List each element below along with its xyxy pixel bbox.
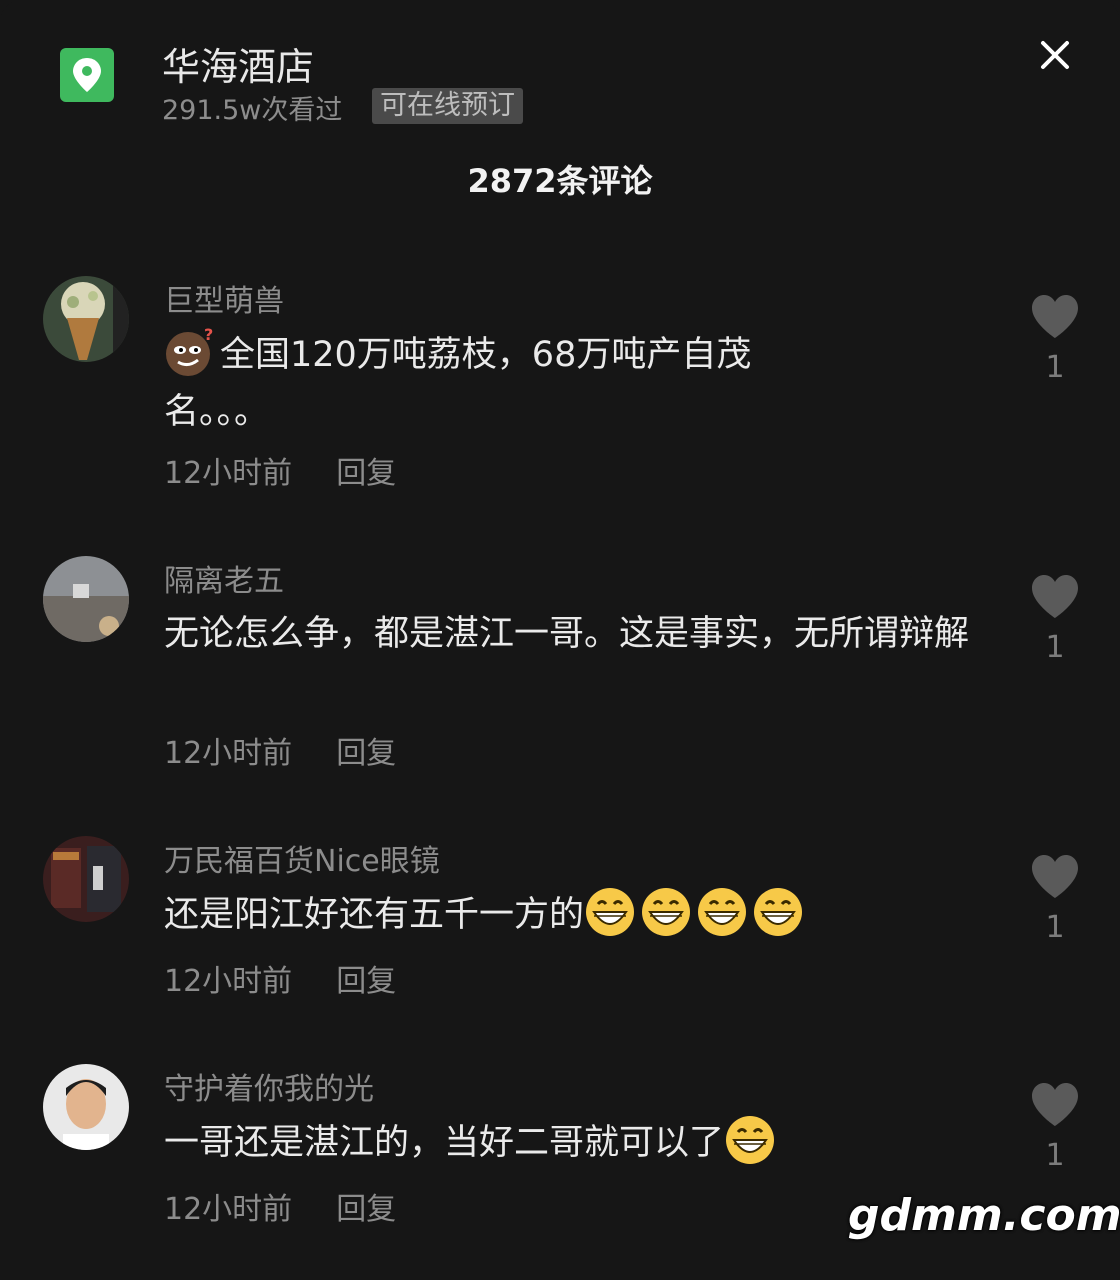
- comment-time: 12小时前: [164, 964, 293, 999]
- comment-time: 12小时前: [164, 456, 293, 491]
- like-button[interactable]: 1: [1028, 294, 1082, 385]
- close-button[interactable]: [1032, 32, 1078, 78]
- reply-button[interactable]: 回复: [336, 1192, 396, 1227]
- poi-name[interactable]: 华海酒店: [162, 36, 314, 91]
- like-button[interactable]: 1: [1028, 854, 1082, 945]
- grinning-face-emoji: [724, 1114, 776, 1166]
- avatar[interactable]: [43, 556, 129, 642]
- grinning-face-emoji: [696, 886, 748, 938]
- like-button[interactable]: 1: [1028, 574, 1082, 665]
- heart-icon: [1032, 1083, 1078, 1126]
- comment-meta: 12小时前 回复: [164, 728, 396, 772]
- comment-text: 一哥还是湛江的，当好二哥就可以了: [164, 1114, 984, 1172]
- comment-meta: 12小时前 回复: [164, 956, 396, 1000]
- heart-icon: [1032, 575, 1078, 618]
- comment-meta: 12小时前 回复: [164, 448, 396, 492]
- question-face-emoji: ?: [164, 325, 216, 378]
- grinning-face-emoji: [640, 886, 692, 938]
- comment-text-line: 还是阳江好还有五千一方的: [164, 895, 585, 935]
- comment-text-line: 一哥还是湛江的，当好二哥就可以了: [164, 1123, 725, 1163]
- comment-username[interactable]: 巨型萌兽: [164, 276, 284, 320]
- avatar[interactable]: [43, 276, 129, 362]
- comment-sheet: 华海酒店 291.5w次看过 可在线预订 2872条评论 巨型萌兽 ? 全国12…: [0, 0, 1120, 1280]
- svg-text:?: ?: [204, 326, 213, 344]
- location-pin-icon[interactable]: [60, 48, 114, 102]
- comment-username[interactable]: 守护着你我的光: [164, 1064, 374, 1108]
- like-count: 1: [1045, 350, 1065, 385]
- reply-button[interactable]: 回复: [336, 964, 396, 999]
- watermark: gdmm.com: [848, 1190, 1120, 1241]
- comment-time: 12小时前: [164, 1192, 293, 1227]
- like-count: 1: [1045, 910, 1065, 945]
- comment-text-line: 全国120万吨荔枝，68万吨产自茂: [220, 335, 752, 375]
- poi-views: 291.5w次看过: [162, 95, 343, 126]
- comment-time: 12小时前: [164, 736, 293, 771]
- comment-count-title: 2872条评论: [467, 162, 653, 200]
- comment-username[interactable]: 万民福百货Nice眼镜: [164, 836, 440, 880]
- avatar[interactable]: [43, 836, 129, 922]
- heart-icon: [1032, 295, 1078, 338]
- reply-button[interactable]: 回复: [336, 736, 396, 771]
- reply-button[interactable]: 回复: [336, 456, 396, 491]
- comment-meta: 12小时前 回复: [164, 1184, 396, 1228]
- comment-username[interactable]: 隔离老五: [164, 556, 284, 600]
- booking-badge[interactable]: 可在线预订: [372, 88, 523, 124]
- grinning-face-emoji: [584, 886, 636, 938]
- comment-text-line: 名。。。: [164, 392, 270, 432]
- heart-icon: [1032, 855, 1078, 898]
- comment-text: 无论怎么争，都是湛江一哥。这是事实，无所谓辩解: [164, 614, 970, 654]
- comment-text: ? 全国120万吨荔枝，68万吨产自茂 名。。。: [164, 325, 984, 441]
- grinning-face-emoji: [752, 886, 804, 938]
- avatar[interactable]: [43, 1064, 129, 1150]
- close-icon: [1041, 41, 1069, 69]
- like-count: 1: [1045, 1138, 1065, 1173]
- like-count: 1: [1045, 630, 1065, 665]
- comment-text: 还是阳江好还有五千一方的: [164, 886, 984, 944]
- like-button[interactable]: 1: [1028, 1082, 1082, 1173]
